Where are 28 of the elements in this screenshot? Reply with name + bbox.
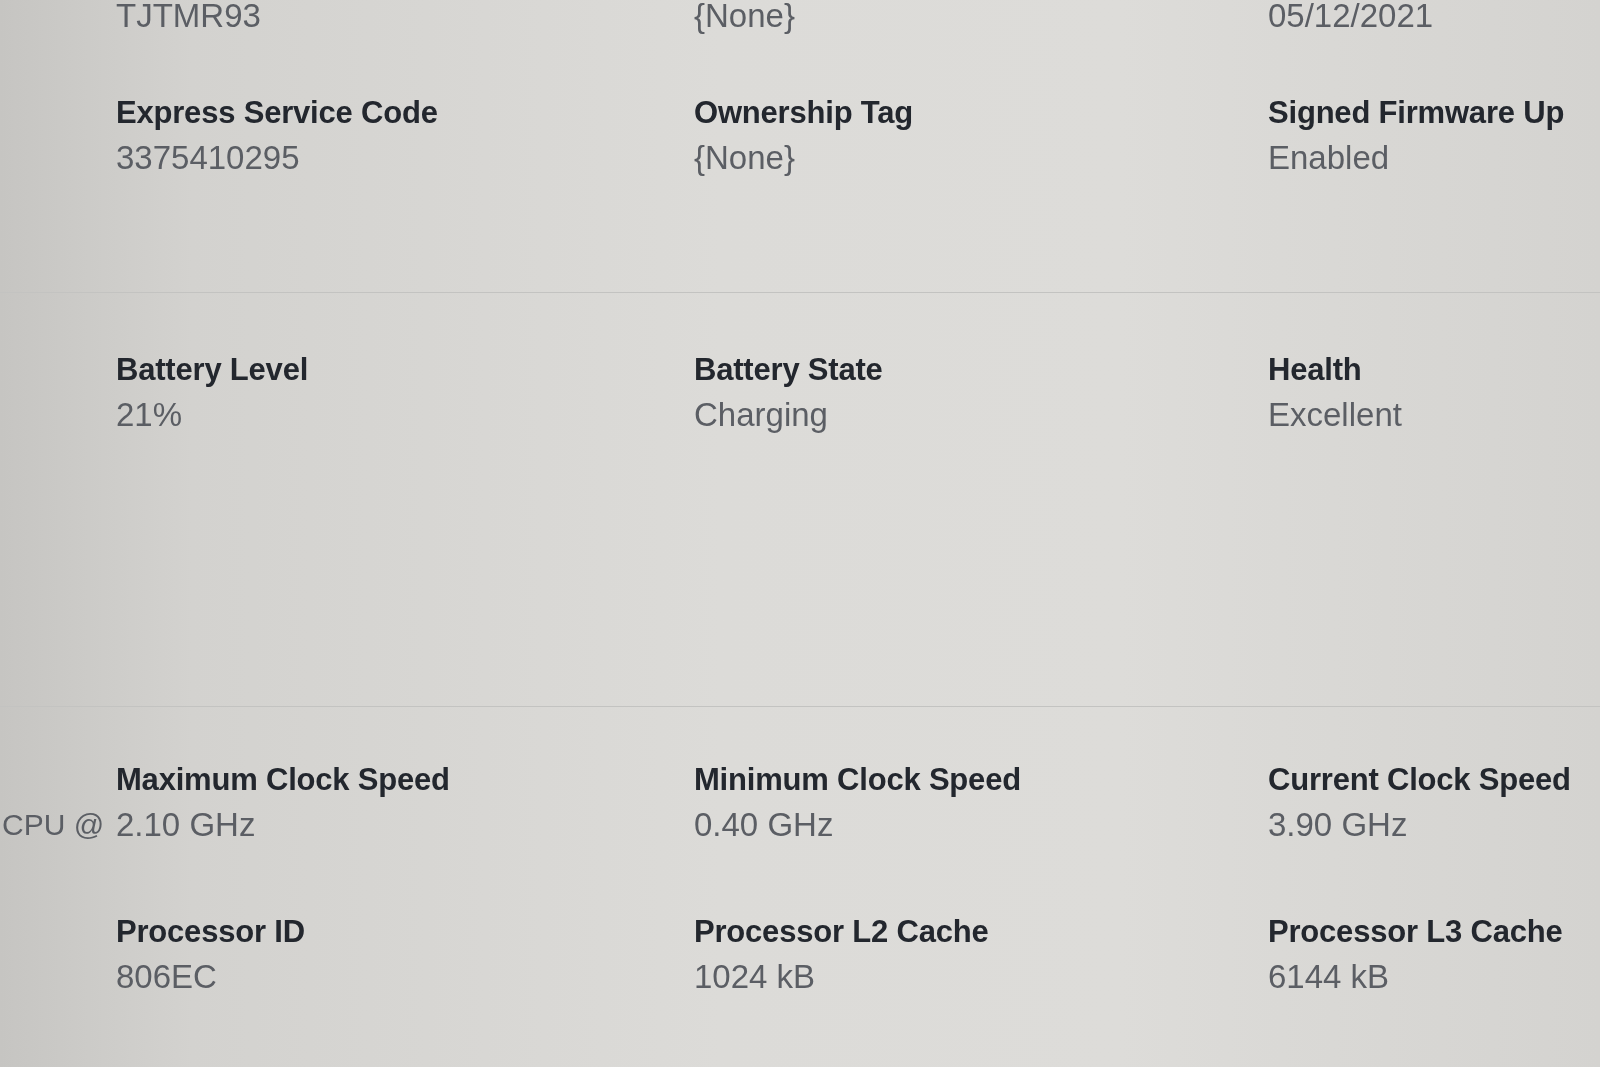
field-value: 3.90 GHz [1268,805,1408,845]
field-value: 21% [116,395,183,435]
field-value: Enabled [1268,138,1390,178]
field-value: 05/12/2021 [1268,0,1434,34]
field-label: Maximum Clock Speed [116,761,450,799]
field-value: CPU @ [2,807,106,843]
field-label: Processor L3 Cache [1268,913,1563,951]
field-label: Processor ID [116,913,305,951]
field-label: Battery State [694,351,883,389]
field-value: 0.40 GHz [694,805,834,845]
field-label: Battery Level [116,351,309,389]
field-value: {None} [694,138,795,178]
field-value: 2.10 GHz [116,805,256,845]
field-label: Processor L2 Cache [694,913,989,951]
field-label: Health [1268,351,1362,389]
field-label: Signed Firmware Up [1268,94,1565,132]
field-value: 806EC [116,957,217,997]
field-value: Excellent [1268,395,1402,435]
field-value: TJTMR93 [116,0,261,34]
field-label: Current Clock Speed [1268,761,1571,799]
field-value: 1024 kB [694,957,816,997]
field-value: 6144 kB [1268,957,1390,997]
field-value: 3375410295 [116,138,300,178]
field-label: Minimum Clock Speed [694,761,1021,799]
field-value: Charging [694,395,828,435]
field-label: Express Service Code [116,94,438,132]
field-label: Ownership Tag [694,94,914,132]
field-value: {None} [694,0,795,34]
